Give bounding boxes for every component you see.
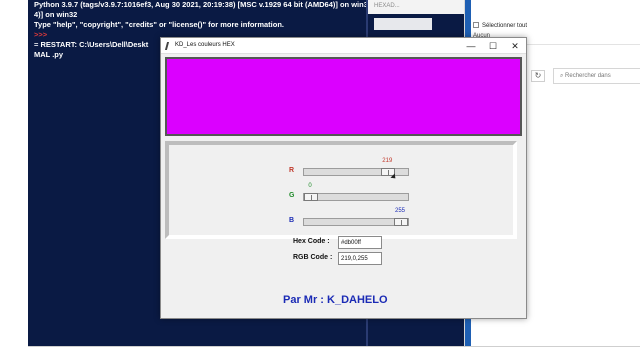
blue-slider-thumb[interactable] [394, 218, 408, 226]
green-label: G [289, 192, 295, 199]
shell-prompt: >>> [34, 30, 48, 39]
red-value: 219 [382, 158, 393, 164]
blue-value: 255 [394, 208, 405, 214]
color-preview-canvas [165, 57, 522, 136]
green-slider-thumb[interactable] [304, 193, 318, 201]
minimize-button[interactable]: — [460, 39, 482, 53]
green-value: 0 [308, 183, 312, 189]
shell-line-2: 4)] on win32 [34, 10, 78, 19]
shell-restart-line: = RESTART: C:\Users\Dell\Deskt [34, 40, 149, 49]
select-all-label: Sélectionner tout [482, 23, 528, 29]
editor-tab-bar: HEXAD... [368, 0, 466, 14]
window-title: KD_Les couleurs HEX [175, 42, 235, 48]
shell-filename-line: MAL .py [34, 50, 64, 59]
green-slider[interactable] [303, 193, 409, 201]
rgb-code-field[interactable]: 219,0,255 [338, 252, 382, 265]
close-button[interactable]: ✕ [504, 39, 526, 53]
slider-panel: R 219 G 0 B 255 [165, 141, 517, 239]
red-label: R [289, 167, 295, 174]
editor-highlight [374, 18, 432, 30]
desktop-screen: Python 3.9.7 (tags/v3.9.7:1016ef3, Aug 3… [0, 0, 640, 360]
author-credit: Par Mr : K_DAHELO [283, 294, 388, 306]
shell-line-1: Python 3.9.7 (tags/v3.9.7:1016ef3, Aug 3… [34, 0, 368, 9]
blue-slider[interactable] [303, 218, 409, 226]
green-row: G 0 [169, 183, 513, 206]
hex-code-label: Hex Code : [293, 238, 330, 245]
select-all-item[interactable]: Sélectionner tout [473, 22, 527, 29]
search-input[interactable]: ⌕ Rechercher dans [553, 68, 640, 84]
feather-icon [164, 42, 174, 50]
search-placeholder: Rechercher dans [565, 73, 611, 79]
hex-code-field[interactable]: #db00ff [338, 236, 382, 249]
taskbar-edge [28, 346, 640, 360]
shell-line-3: Type "help", "copyright", "credits" or "… [34, 20, 285, 29]
checkbox-icon [473, 22, 479, 28]
hex-color-window[interactable]: KD_Les couleurs HEX — ☐ ✕ R 219 G 0 B 25… [160, 37, 527, 319]
maximize-button[interactable]: ☐ [482, 39, 504, 53]
red-row: R 219 [169, 158, 513, 181]
blue-label: B [289, 217, 295, 224]
editor-tab-label: HEXAD... [374, 3, 400, 9]
window-title-bar[interactable]: KD_Les couleurs HEX — ☐ ✕ [161, 38, 526, 54]
blue-row: B 255 [169, 208, 513, 231]
rgb-code-label: RGB Code : [293, 254, 333, 261]
refresh-icon[interactable]: ↻ [531, 70, 545, 82]
